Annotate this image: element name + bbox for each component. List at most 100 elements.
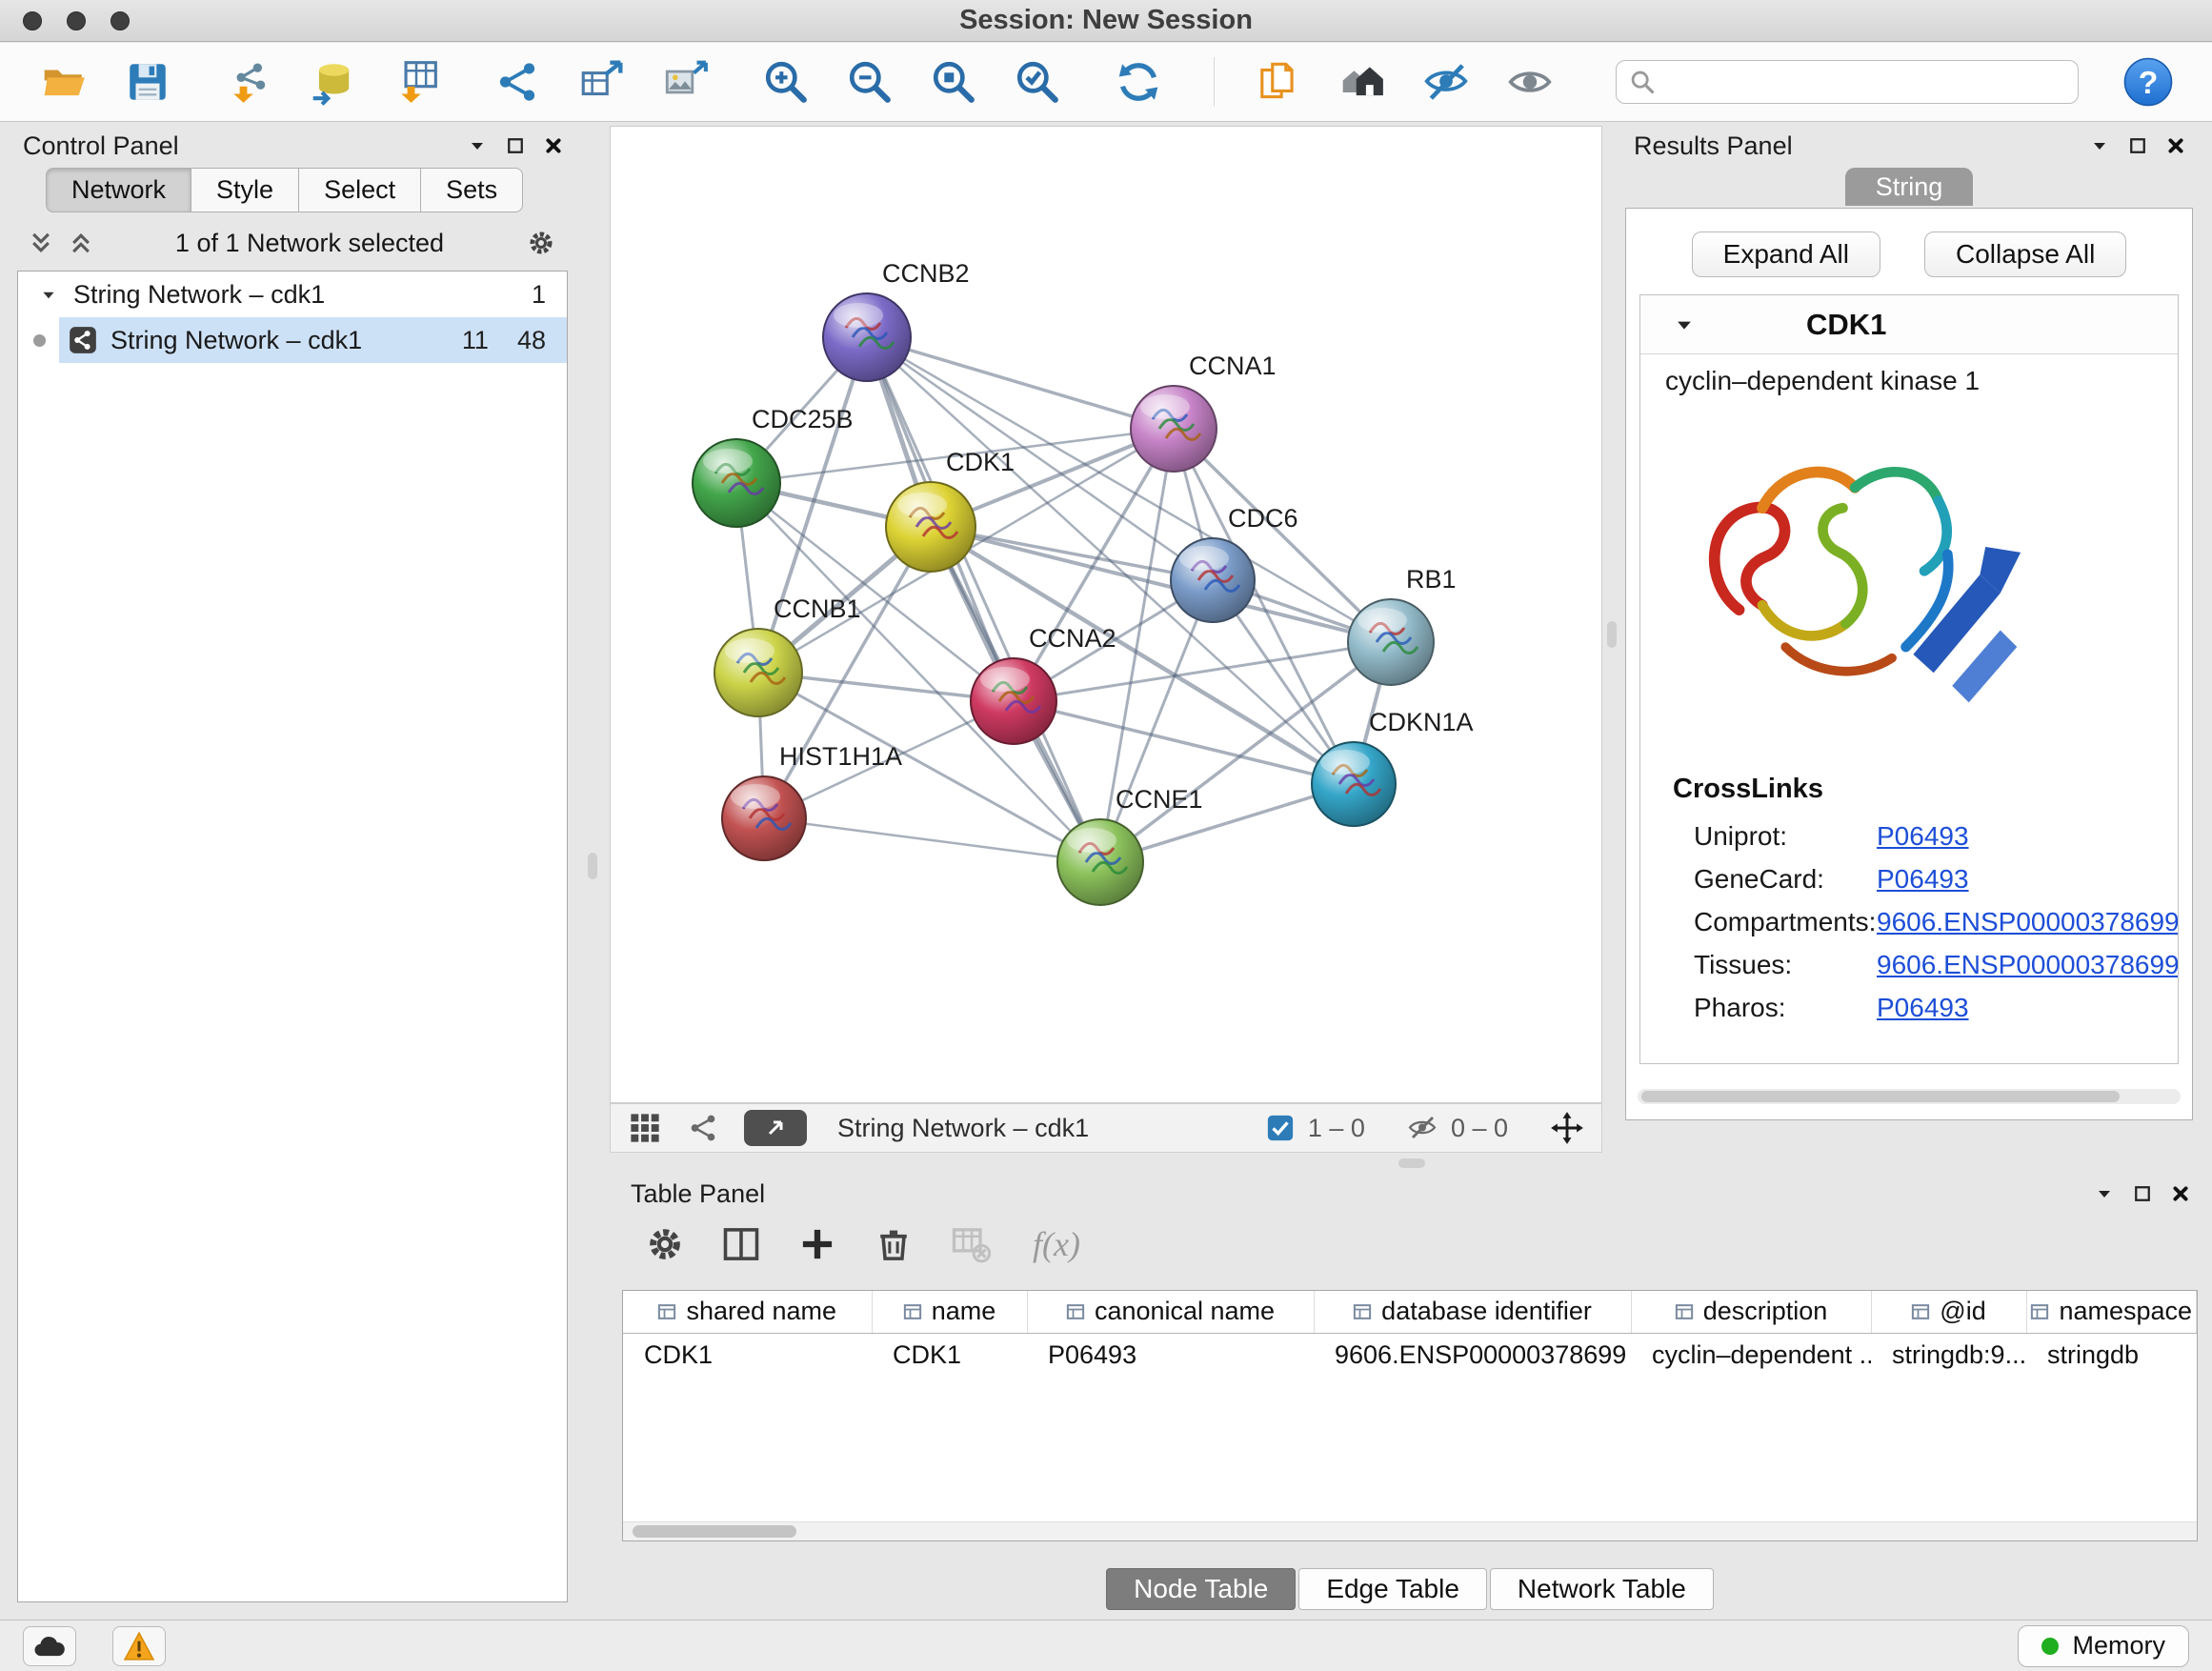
column-header-database-identifier[interactable]: database identifier — [1314, 1291, 1631, 1333]
cell-namespace[interactable]: stringdb — [2026, 1333, 2197, 1377]
help-button[interactable]: ? — [2122, 56, 2174, 108]
splitter-handle[interactable] — [588, 853, 597, 879]
network-edge[interactable] — [867, 337, 1100, 862]
save-session-button[interactable] — [122, 56, 173, 108]
network-edge[interactable] — [867, 337, 1174, 429]
pan-crosshair-icon[interactable] — [1550, 1111, 1584, 1145]
zoom-fit-button[interactable] — [928, 56, 979, 108]
column-header-canonical-name[interactable]: canonical name — [1027, 1291, 1314, 1333]
scrollbar-thumb[interactable] — [633, 1525, 796, 1538]
import-table-file-button[interactable] — [391, 56, 442, 108]
tissues-link[interactable]: 9606.ENSP00000378699 — [1877, 950, 2179, 980]
zoom-selected-button[interactable] — [1012, 56, 1063, 108]
memory-button[interactable]: Memory — [2018, 1625, 2189, 1667]
float-panel-icon[interactable] — [507, 137, 524, 154]
column-header-shared-name[interactable]: shared name — [623, 1291, 872, 1333]
panel-menu-icon[interactable] — [469, 139, 486, 152]
column-header-name[interactable]: name — [872, 1291, 1027, 1333]
table-horizontal-scrollbar[interactable] — [623, 1521, 2197, 1540]
panel-menu-icon[interactable] — [2096, 1187, 2113, 1200]
expand-all-icon[interactable] — [69, 231, 93, 255]
splitter-handle[interactable] — [1607, 621, 1617, 648]
selected-checkbox-icon[interactable] — [1266, 1114, 1295, 1142]
tab-style[interactable]: Style — [191, 168, 299, 212]
delete-column-icon[interactable] — [873, 1223, 915, 1265]
collapse-all-button[interactable]: Collapse All — [1924, 232, 2126, 277]
column-header-namespace[interactable]: namespace — [2026, 1291, 2197, 1333]
network-canvas[interactable]: CCNB2CCNA1CDC25BCDK1CDC6RB1CCNB1CCNA2CDK… — [610, 126, 1602, 1103]
selected-network-item[interactable]: String Network – cdk1 11 48 — [59, 317, 567, 363]
gear-icon[interactable] — [526, 228, 556, 258]
table-options-gear-icon[interactable] — [644, 1223, 686, 1265]
panel-menu-icon[interactable] — [2091, 139, 2108, 152]
grid-view-icon[interactable] — [628, 1111, 662, 1145]
cell-canonical-name[interactable]: P06493 — [1027, 1333, 1314, 1377]
export-image-button[interactable] — [659, 56, 711, 108]
tab-network[interactable]: Network — [46, 168, 191, 212]
import-network-database-button[interactable] — [307, 56, 358, 108]
collapse-section-icon[interactable] — [1675, 317, 1694, 332]
column-header-id[interactable]: @id — [1871, 1291, 2026, 1333]
expand-all-button[interactable]: Expand All — [1692, 232, 1880, 277]
birds-eye-view-button[interactable] — [744, 1110, 807, 1146]
tab-network-table[interactable]: Network Table — [1490, 1568, 1714, 1610]
warnings-button[interactable] — [112, 1626, 166, 1666]
protein-structure-image — [1669, 415, 2050, 749]
splitter-handle[interactable] — [1398, 1158, 1425, 1168]
tab-edge-table[interactable]: Edge Table — [1298, 1568, 1487, 1610]
zoom-in-button[interactable] — [760, 56, 812, 108]
network-view-icon[interactable] — [687, 1112, 719, 1144]
tab-node-table[interactable]: Node Table — [1106, 1568, 1296, 1610]
zoom-out-button[interactable] — [844, 56, 895, 108]
cell-database-identifier[interactable]: 9606.ENSP00000378699 — [1314, 1333, 1631, 1377]
hide-selected-button[interactable] — [1420, 56, 1472, 108]
tab-select[interactable]: Select — [299, 168, 421, 212]
network-row[interactable]: String Network – cdk1 11 48 — [18, 317, 567, 363]
show-columns-icon[interactable] — [720, 1223, 762, 1265]
clear-table-icon[interactable] — [949, 1223, 991, 1265]
cell-shared-name[interactable]: CDK1 — [623, 1333, 872, 1377]
minimize-window-button[interactable] — [67, 11, 86, 30]
table-row[interactable]: CDK1 CDK1 P06493 9606.ENSP00000378699 cy… — [623, 1333, 2197, 1377]
cell-name[interactable]: CDK1 — [872, 1333, 1027, 1377]
open-session-button[interactable] — [38, 56, 90, 108]
float-panel-icon[interactable] — [2129, 137, 2146, 154]
pharos-link[interactable]: P06493 — [1877, 993, 1969, 1023]
export-network-button[interactable] — [575, 56, 627, 108]
refresh-view-button[interactable] — [1113, 56, 1164, 108]
show-all-button[interactable] — [1504, 56, 1556, 108]
cloud-status-button[interactable] — [23, 1626, 76, 1666]
float-panel-icon[interactable] — [2134, 1185, 2151, 1202]
close-window-button[interactable] — [23, 11, 42, 30]
sphere-highlight — [980, 667, 1030, 692]
collapse-all-icon[interactable] — [29, 231, 53, 255]
cell-description[interactable]: cyclin–dependent ... — [1631, 1333, 1871, 1377]
tab-string[interactable]: String — [1845, 168, 1973, 206]
tree-expand-icon[interactable] — [41, 289, 56, 301]
results-horizontal-scrollbar[interactable] — [1638, 1089, 2181, 1104]
home-button[interactable] — [1337, 56, 1388, 108]
new-network-from-selection-button[interactable] — [492, 56, 543, 108]
function-builder-icon[interactable]: f(x) — [1033, 1224, 1080, 1264]
network-collection-row[interactable]: String Network – cdk1 1 — [18, 272, 567, 317]
documents-button[interactable] — [1253, 56, 1304, 108]
column-icon — [1675, 1302, 1694, 1321]
close-panel-icon[interactable] — [2172, 1185, 2189, 1202]
hidden-eye-slash-icon[interactable] — [1407, 1113, 1438, 1143]
add-column-icon[interactable] — [796, 1223, 838, 1265]
zoom-window-button[interactable] — [111, 11, 130, 30]
network-edge[interactable] — [764, 818, 1100, 862]
tab-sets[interactable]: Sets — [421, 168, 523, 212]
genecard-link[interactable]: P06493 — [1877, 864, 1969, 895]
network-edge[interactable] — [1014, 701, 1354, 784]
uniprot-link[interactable]: P06493 — [1877, 821, 1969, 852]
gene-section-header[interactable]: CDK1 — [1640, 295, 2178, 354]
close-panel-icon[interactable] — [545, 137, 562, 154]
search-input[interactable] — [1616, 60, 2079, 104]
cell-id[interactable]: stringdb:9... — [1871, 1333, 2026, 1377]
close-panel-icon[interactable] — [2167, 137, 2184, 154]
import-network-file-button[interactable] — [223, 56, 274, 108]
column-header-description[interactable]: description — [1631, 1291, 1871, 1333]
compartments-link[interactable]: 9606.ENSP00000378699 — [1877, 907, 2179, 937]
network-graph[interactable]: CCNB2CCNA1CDC25BCDK1CDC6RB1CCNB1CCNA2CDK… — [611, 127, 1601, 1102]
